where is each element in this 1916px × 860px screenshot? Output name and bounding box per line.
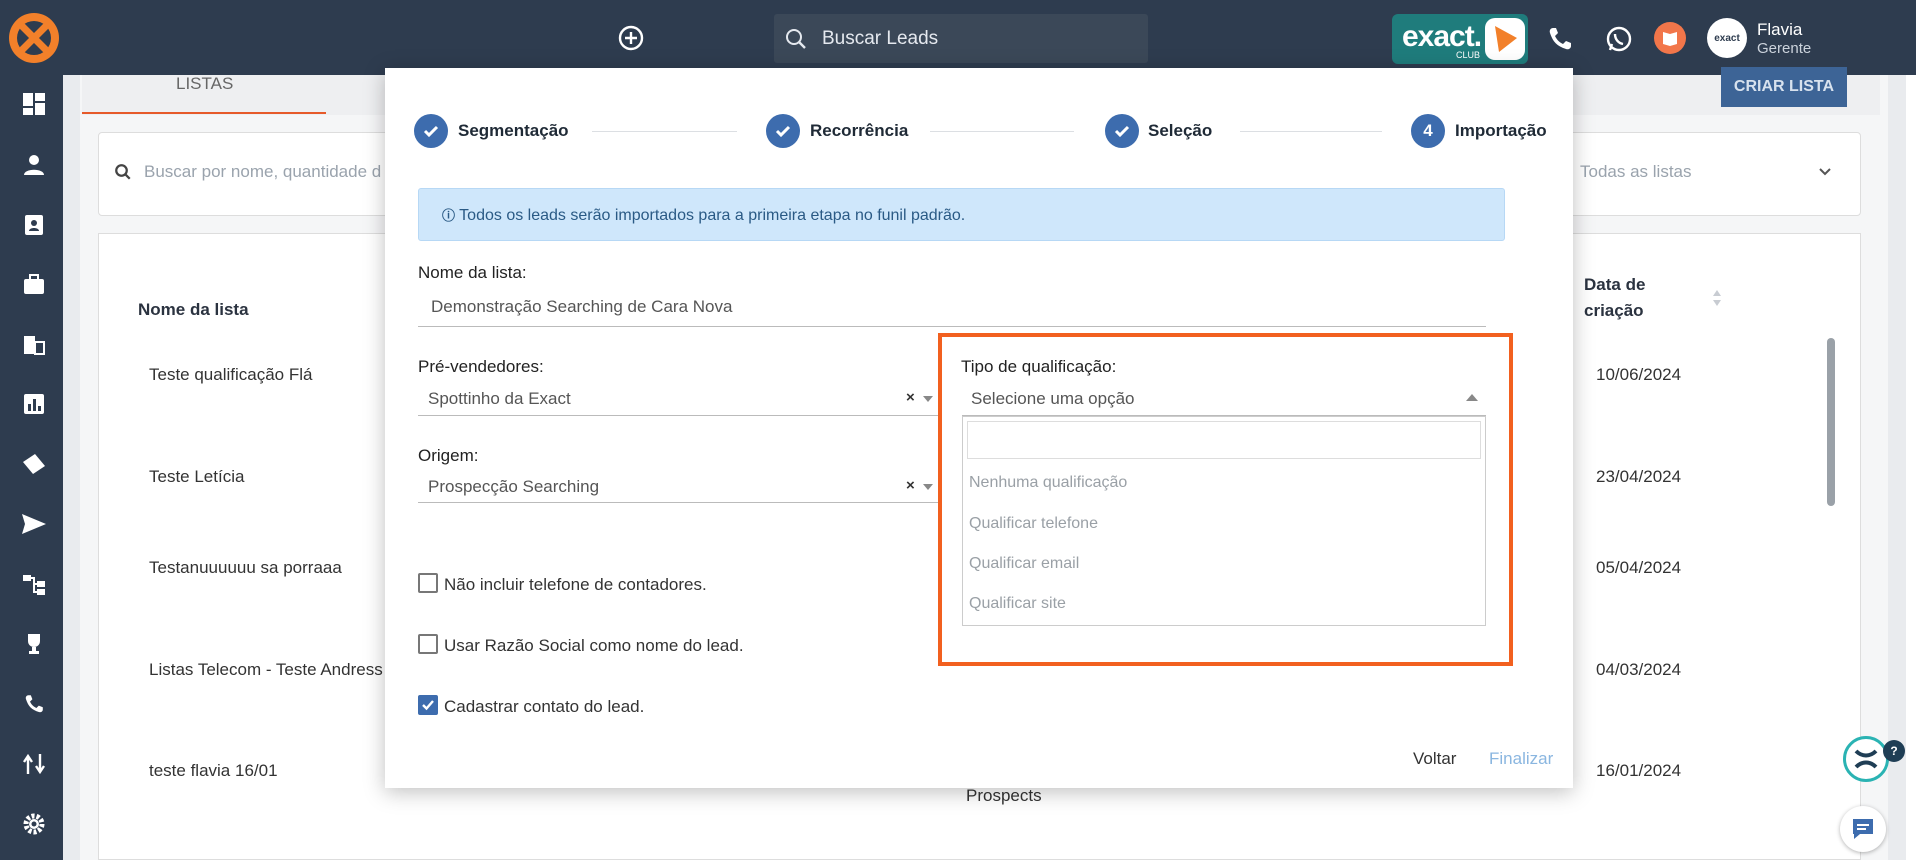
- step-done-icon: [1105, 114, 1139, 148]
- checkbox-register-contact-label[interactable]: Cadastrar contato do lead.: [444, 697, 644, 717]
- exact-club-badge[interactable]: exact. CLUB: [1392, 14, 1528, 64]
- col-header-name[interactable]: Nome da lista: [138, 300, 249, 320]
- step-number: 4: [1411, 114, 1445, 148]
- step-done-icon: [414, 114, 448, 148]
- book-icon[interactable]: [1653, 21, 1687, 55]
- list-name-underline: [418, 326, 1486, 327]
- row-name[interactable]: teste flavia 16/01: [149, 761, 389, 781]
- presellers-select[interactable]: Spottinho da Exact: [428, 389, 571, 409]
- step-connector: [1240, 131, 1382, 132]
- app-logo-icon[interactable]: [6, 10, 62, 66]
- origin-clear-icon[interactable]: ×: [906, 477, 915, 494]
- right-edge: [1906, 75, 1916, 860]
- origin-select[interactable]: Prospecção Searching: [428, 477, 599, 497]
- create-list-button[interactable]: CRIAR LISTA: [1721, 67, 1847, 107]
- add-circle-icon[interactable]: [617, 24, 645, 52]
- step-selecao[interactable]: Seleção: [1148, 121, 1212, 141]
- finish-button[interactable]: Finalizar: [1489, 749, 1553, 769]
- chart-icon[interactable]: [20, 390, 48, 418]
- list-type-select[interactable]: Todas as listas: [1580, 162, 1692, 182]
- presellers-label: Pré-vendedores:: [418, 357, 544, 376]
- row-name[interactable]: Testanuuuuuu sa porraaa: [149, 558, 389, 578]
- presellers-clear-icon[interactable]: ×: [906, 389, 915, 406]
- chat-icon: [1853, 819, 1873, 839]
- checkbox-razao-social-label[interactable]: Usar Razão Social como nome do lead.: [444, 636, 744, 656]
- help-question-icon[interactable]: ?: [1883, 740, 1905, 762]
- origin-label: Origem:: [418, 446, 479, 465]
- col-date-line1: Data de: [1584, 275, 1646, 294]
- trophy-icon[interactable]: [20, 630, 48, 658]
- checkmark-icon: [422, 700, 434, 711]
- origin-caret-icon[interactable]: [923, 484, 933, 490]
- briefcase-icon[interactable]: [20, 270, 48, 298]
- chat-button[interactable]: [1840, 806, 1886, 852]
- row-date: 10/06/2024: [1596, 365, 1682, 384]
- sort-icon[interactable]: [1712, 287, 1722, 309]
- step-connector: [930, 131, 1074, 132]
- gear-icon[interactable]: [20, 810, 48, 838]
- back-button[interactable]: Voltar: [1413, 749, 1456, 769]
- contact-card-icon[interactable]: [20, 210, 48, 238]
- help-widget-button[interactable]: [1843, 736, 1889, 782]
- row-date: 04/03/2024: [1596, 660, 1682, 679]
- checkbox-register-contact[interactable]: [418, 695, 438, 715]
- flow-icon[interactable]: [20, 570, 48, 598]
- presellers-underline: [418, 415, 938, 416]
- user-role: Gerente: [1757, 40, 1812, 57]
- avatar[interactable]: exact: [1707, 18, 1747, 58]
- checkbox-no-accountants[interactable]: [418, 573, 438, 593]
- step-done-icon: [766, 114, 800, 148]
- badge-brand: exact.: [1402, 20, 1482, 53]
- highlight-box: [938, 333, 1513, 666]
- tags-icon[interactable]: [20, 450, 48, 478]
- chevron-down-icon: [1819, 168, 1831, 176]
- prospects-text: Prospects: [966, 786, 1042, 805]
- filter-input[interactable]: Buscar por nome, quantidade d: [144, 162, 381, 182]
- step-importacao[interactable]: Importação: [1455, 121, 1547, 141]
- phone-icon[interactable]: [1545, 24, 1575, 54]
- dashboard-icon[interactable]: [20, 90, 48, 118]
- mascot-icon: [1485, 18, 1525, 60]
- row-name[interactable]: Teste qualificação Flá: [149, 365, 389, 385]
- user-name[interactable]: Flavia: [1757, 20, 1802, 40]
- presellers-caret-icon[interactable]: [923, 396, 933, 402]
- info-alert: ⓘ Todos os leads serão importados para a…: [418, 188, 1505, 241]
- checkbox-razao-social[interactable]: [418, 634, 438, 654]
- row-name[interactable]: Listas Telecom - Teste Andress: [149, 660, 389, 680]
- badge-sub: CLUB: [1456, 50, 1481, 60]
- step-recorrencia[interactable]: Recorrência: [810, 121, 908, 141]
- phone-sidebar-icon[interactable]: [20, 690, 48, 718]
- col-header-date[interactable]: Data de criação: [1584, 272, 1645, 324]
- row-date: 05/04/2024: [1596, 558, 1682, 577]
- checkbox-no-accountants-label[interactable]: Não incluir telefone de contadores.: [444, 575, 707, 595]
- tab-listas[interactable]: LISTAS: [176, 74, 233, 94]
- row-date: 23/04/2024: [1596, 467, 1682, 486]
- whatsapp-icon[interactable]: [1604, 24, 1634, 54]
- list-name-label: Nome da lista:: [418, 263, 527, 282]
- send-icon[interactable]: [20, 510, 48, 538]
- person-icon[interactable]: [20, 150, 48, 178]
- lead-search-box[interactable]: Buscar Leads: [774, 14, 1148, 63]
- help-logo-icon: [1854, 749, 1878, 769]
- scrollbar[interactable]: [1827, 338, 1835, 506]
- filter-search-icon: [115, 164, 131, 180]
- col-date-line2: criação: [1584, 301, 1644, 320]
- info-message: Todos os leads serão importados para a p…: [459, 206, 966, 224]
- origin-underline: [418, 502, 938, 503]
- step-connector: [592, 131, 737, 132]
- route-icon[interactable]: [20, 750, 48, 778]
- search-placeholder: Buscar Leads: [822, 27, 939, 49]
- step-segmentacao[interactable]: Segmentação: [458, 121, 569, 141]
- tab-underline: [82, 112, 326, 114]
- info-text: ⓘ Todos os leads serão importados para a…: [442, 206, 966, 224]
- row-date: 16/01/2024: [1596, 761, 1682, 780]
- building-icon[interactable]: [20, 330, 48, 358]
- list-name-input[interactable]: Demonstração Searching de Cara Nova: [431, 297, 732, 317]
- search-icon: [786, 28, 806, 49]
- row-name[interactable]: Teste Letícia: [149, 467, 389, 487]
